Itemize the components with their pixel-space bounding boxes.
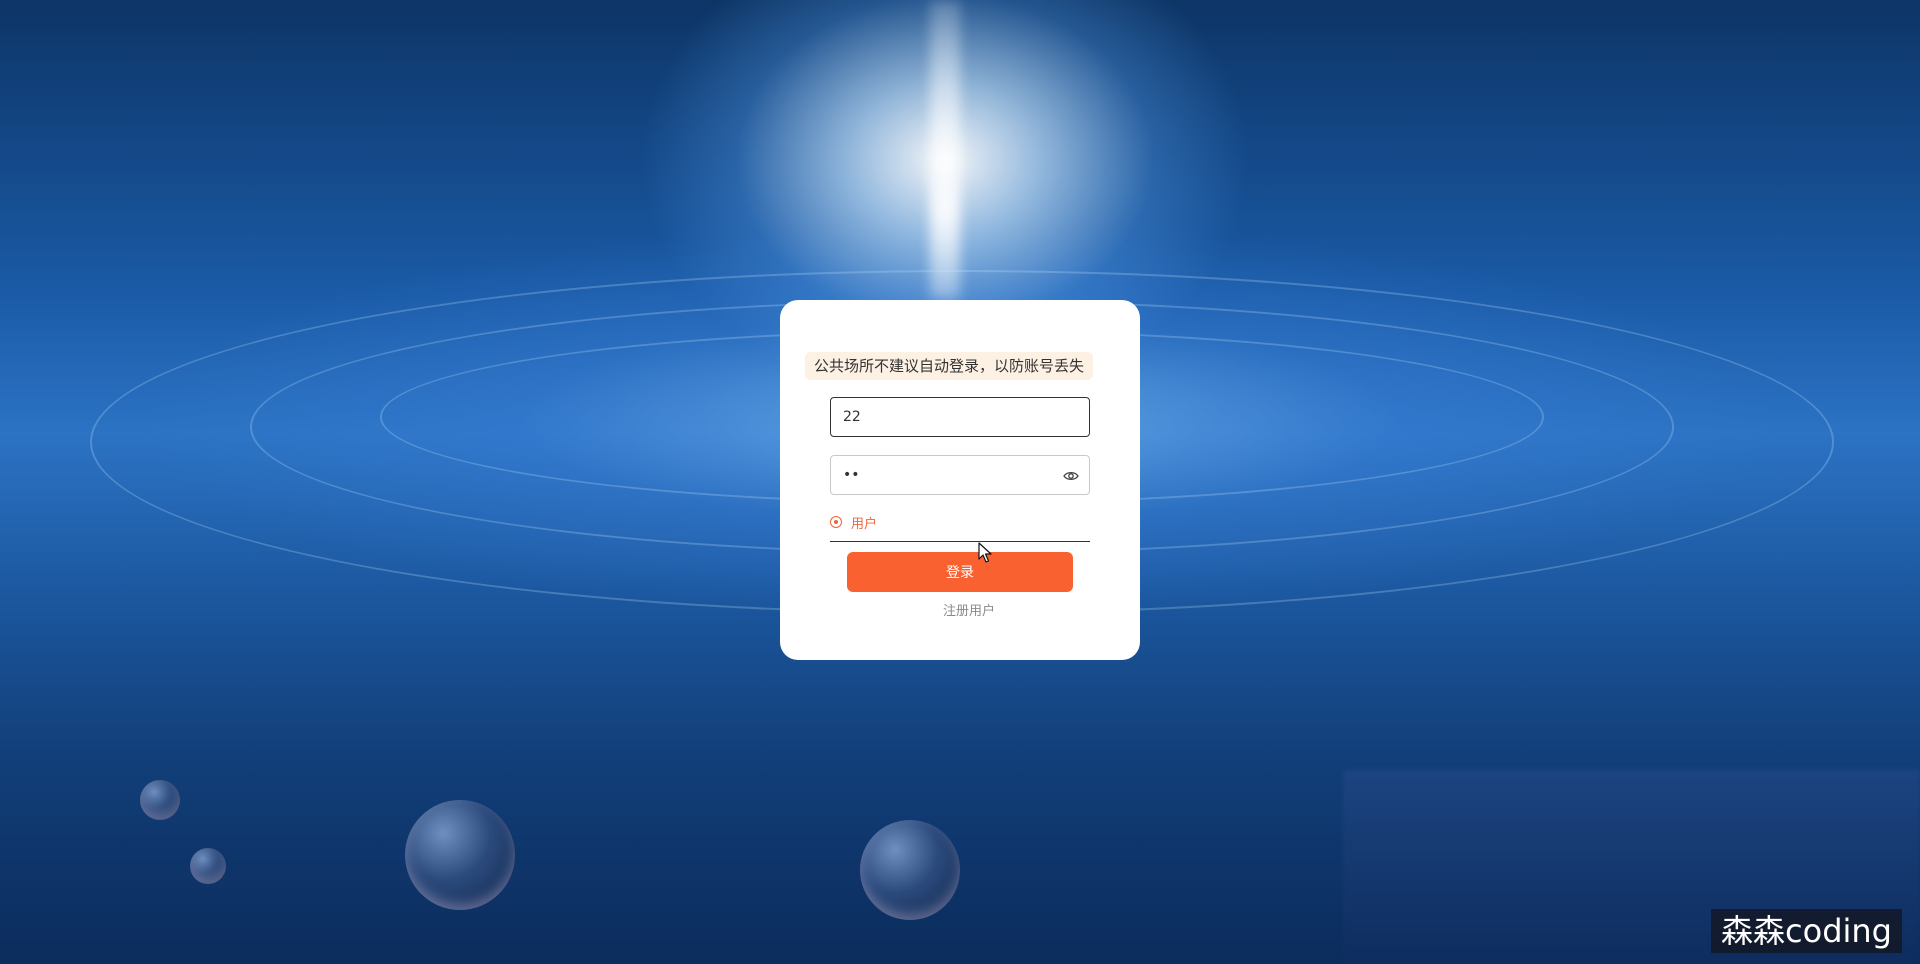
eye-icon[interactable] (1063, 468, 1079, 484)
login-page-background: 公共场所不建议自动登录，以防账号丢失 用户 登录 注册用户 森森coding (0, 0, 1920, 964)
password-field[interactable] (830, 455, 1090, 495)
login-button[interactable]: 登录 (847, 552, 1073, 592)
username-field[interactable] (830, 397, 1090, 437)
role-selector[interactable]: 用户 (830, 512, 1090, 542)
radio-selected-icon[interactable] (830, 516, 842, 528)
register-link[interactable]: 注册用户 (780, 600, 1140, 619)
login-card: 公共场所不建议自动登录，以防账号丢失 用户 登录 注册用户 (780, 300, 1140, 660)
planet (860, 820, 960, 920)
auto-login-notice: 公共场所不建议自动登录，以防账号丢失 (805, 352, 1094, 380)
username-input[interactable] (831, 398, 1089, 436)
planet (405, 800, 515, 910)
mouse-cursor-icon (978, 542, 992, 563)
password-input[interactable] (831, 456, 1089, 494)
light-beam (930, 0, 960, 300)
watermark: 森森coding (1711, 909, 1902, 953)
planet (190, 848, 226, 884)
role-option-user[interactable]: 用户 (851, 513, 877, 532)
planet (140, 780, 180, 820)
